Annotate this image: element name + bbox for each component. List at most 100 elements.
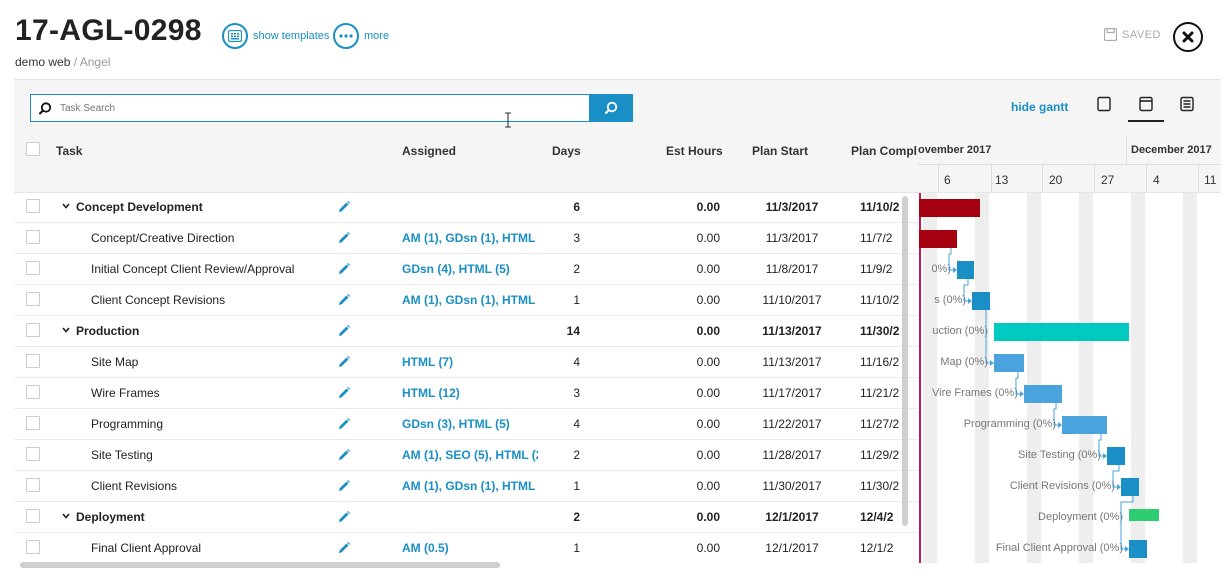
row-checkbox[interactable] (26, 354, 40, 368)
task-name[interactable]: Programming (91, 417, 163, 431)
task-name[interactable]: Client Revisions (91, 479, 177, 493)
task-name[interactable]: Site Testing (91, 448, 153, 462)
column-days[interactable]: Days (552, 144, 581, 158)
plan-start-value: 11/3/2017 (765, 231, 819, 245)
task-row[interactable]: Site Map HTML (7) 4 0.00 11/13/2017 11/16/2 (14, 347, 918, 378)
assigned-resources[interactable]: GDsn (4), HTML (5) (402, 262, 538, 276)
more-button[interactable]: more (333, 23, 389, 49)
task-row[interactable]: Client Concept Revisions AM (1), GDsn (1)… (14, 285, 918, 316)
plan-completion-value: 11/10/2 (860, 200, 900, 214)
column-assigned[interactable]: Assigned (402, 144, 456, 158)
assigned-resources[interactable]: AM (1), SEO (5), HTML (2) (402, 448, 538, 462)
pencil-icon[interactable] (337, 510, 351, 524)
row-checkbox[interactable] (26, 540, 40, 554)
search-button[interactable] (589, 94, 633, 122)
days-value: 2 (573, 262, 580, 276)
templates-icon (222, 23, 248, 49)
pencil-icon[interactable] (337, 293, 351, 307)
breadcrumb-client[interactable]: demo web (15, 55, 70, 69)
est-hours-value: 0.00 (696, 231, 720, 245)
assigned-resources[interactable]: AM (0.5) (402, 541, 538, 555)
task-row[interactable]: Client Revisions AM (1), GDsn (1), HTML (… (14, 471, 918, 502)
saved-status: SAVED (1104, 28, 1161, 41)
assigned-resources[interactable]: AM (1), GDsn (1), HTML (1 (402, 231, 538, 245)
split-view-icon[interactable] (1138, 96, 1154, 112)
assigned-resources[interactable]: HTML (7) (402, 355, 538, 369)
row-checkbox[interactable] (26, 261, 40, 275)
task-name[interactable]: Concept/Creative Direction (91, 231, 234, 245)
plan-completion-value: 11/21/2 (860, 386, 900, 400)
horizontal-scrollbar[interactable] (20, 562, 500, 568)
column-task[interactable]: Task (56, 144, 82, 158)
task-search-input[interactable] (60, 102, 540, 114)
row-checkbox[interactable] (26, 230, 40, 244)
pencil-icon[interactable] (337, 479, 351, 493)
row-checkbox[interactable] (26, 509, 40, 523)
task-group-row[interactable]: Concept Development 6 0.00 11/3/2017 11/10/2 (14, 192, 918, 223)
pencil-icon[interactable] (337, 355, 351, 369)
pencil-icon[interactable] (337, 417, 351, 431)
chevron-down-icon[interactable] (62, 202, 70, 210)
show-templates-button[interactable]: show templates (222, 23, 329, 49)
plan-completion-value: 11/30/2 (860, 479, 900, 493)
pencil-icon[interactable] (337, 262, 351, 276)
pencil-icon[interactable] (337, 231, 351, 245)
assigned-resources[interactable]: AM (1), GDsn (1), HTML (1 (402, 479, 538, 493)
column-plan-completion[interactable]: Plan Compl (851, 144, 917, 158)
assigned-resources[interactable]: HTML (12) (402, 386, 538, 400)
days-value: 3 (573, 231, 580, 245)
more-label: more (364, 30, 390, 42)
plan-start-value: 11/13/2017 (762, 324, 822, 338)
column-plan-start[interactable]: Plan Start (752, 144, 808, 158)
plan-start-value: 12/1/2017 (765, 510, 819, 524)
task-name[interactable]: Client Concept Revisions (91, 293, 225, 307)
task-row[interactable]: Programming GDsn (3), HTML (5) 4 0.00 11/22/… (14, 409, 918, 440)
assigned-resources[interactable]: GDsn (3), HTML (5) (402, 417, 538, 431)
assigned-resources[interactable]: AM (1), GDsn (1), HTML (1 (402, 293, 538, 307)
task-row[interactable]: Concept/Creative Direction AM (1), GDsn (… (14, 223, 918, 254)
gantt-day-divider (1198, 164, 1199, 193)
row-checkbox[interactable] (26, 385, 40, 399)
task-name[interactable]: Deployment (76, 510, 145, 524)
row-checkbox[interactable] (26, 292, 40, 306)
task-name[interactable]: Initial Concept Client Review/Approval (91, 262, 294, 276)
chevron-down-icon[interactable] (62, 326, 70, 334)
task-name[interactable]: Wire Frames (91, 386, 160, 400)
plan-completion-value: 11/30/2 (860, 324, 900, 338)
task-name[interactable]: Concept Development (76, 200, 203, 214)
pencil-icon[interactable] (337, 448, 351, 462)
single-view-icon[interactable] (1096, 96, 1112, 112)
task-name[interactable]: Production (76, 324, 139, 338)
hide-gantt-link[interactable]: hide gantt (1011, 100, 1068, 114)
task-group-row[interactable]: Deployment 2 0.00 12/1/2017 12/4/2 (14, 502, 918, 533)
close-button[interactable] (1173, 22, 1203, 52)
row-checkbox[interactable] (26, 478, 40, 492)
row-checkbox[interactable] (26, 416, 40, 430)
plan-completion-value: 12/4/2 (860, 510, 894, 524)
task-row[interactable]: Wire Frames HTML (12) 3 0.00 11/17/2017 11/21… (14, 378, 918, 409)
breadcrumb-separator: / (73, 55, 78, 69)
pencil-icon[interactable] (337, 200, 351, 214)
column-est-hours[interactable]: Est Hours (666, 144, 723, 158)
est-hours-value: 0.00 (696, 262, 720, 276)
select-all-checkbox[interactable] (26, 142, 40, 156)
row-checkbox[interactable] (26, 323, 40, 337)
list-view-icon[interactable] (1179, 96, 1195, 112)
show-templates-label: show templates (253, 30, 330, 42)
task-row[interactable]: Final Client Approval AM (0.5) 1 0.00 12/1/2… (14, 533, 918, 562)
row-checkbox[interactable] (26, 199, 40, 213)
pencil-icon[interactable] (337, 324, 351, 338)
est-hours-value: 0.00 (696, 355, 720, 369)
task-name[interactable]: Site Map (91, 355, 138, 369)
task-row[interactable]: Site Testing AM (1), SEO (5), HTML (2) 2 0.… (14, 440, 918, 471)
row-checkbox[interactable] (26, 447, 40, 461)
pencil-icon[interactable] (337, 386, 351, 400)
task-row[interactable]: Initial Concept Client Review/Approval GD… (14, 254, 918, 285)
pencil-icon[interactable] (337, 541, 351, 555)
vertical-scrollbar[interactable] (902, 196, 908, 526)
task-group-row[interactable]: Production 14 0.00 11/13/2017 11/30/2 (14, 316, 918, 347)
chevron-down-icon[interactable] (62, 512, 70, 520)
est-hours-value: 0.00 (696, 293, 720, 307)
breadcrumb-owner[interactable]: Angel (80, 55, 111, 69)
task-name[interactable]: Final Client Approval (91, 541, 201, 555)
